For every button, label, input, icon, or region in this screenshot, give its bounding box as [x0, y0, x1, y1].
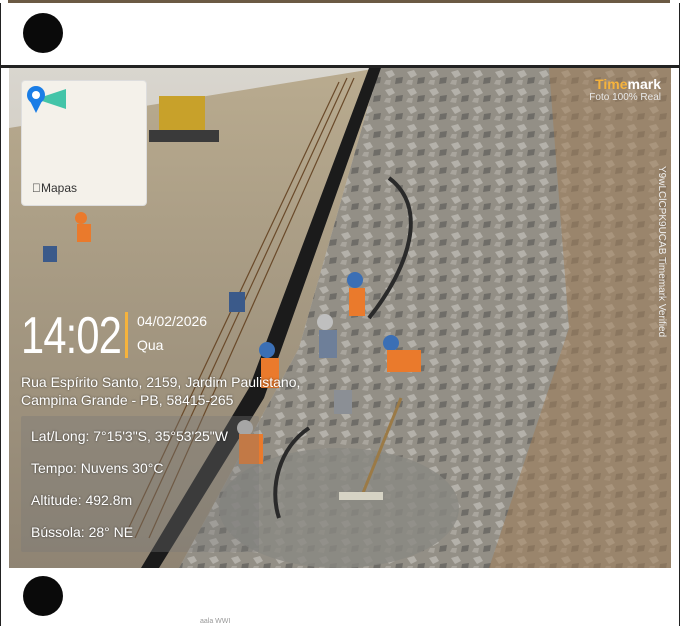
- avatar[interactable]: [23, 13, 63, 53]
- address: Rua Espírito Santo, 2159, Jardim Paulist…: [21, 373, 300, 409]
- post-card-bottom: [0, 568, 680, 626]
- post-card-top: [0, 3, 680, 66]
- post-card-photo: Mapas Timemark Foto 100% Real Y9wLClCPK…: [0, 68, 680, 568]
- date: 04/02/2026: [137, 313, 208, 329]
- avatar[interactable]: [23, 576, 63, 616]
- lat-long: Lat/Long: 7°15'3"S, 35°53'25"W: [31, 428, 228, 444]
- brand-subtitle: Foto 100% Real: [589, 92, 661, 103]
- location-pin-icon: [27, 86, 66, 113]
- timemark-brand: Timemark Foto 100% Real: [589, 76, 661, 103]
- faint-text: aala WWI: [200, 618, 231, 625]
- brand-name: Timemark: [595, 76, 661, 92]
- day-of-week: Qua: [137, 337, 164, 353]
- time: 14:02: [21, 307, 122, 365]
- maps-label: Mapas: [32, 181, 77, 195]
- apple-logo-icon: : [32, 181, 41, 195]
- map-thumbnail[interactable]: Mapas: [21, 80, 147, 206]
- timestamp: 14:02 04/02/2026 Qua: [21, 307, 207, 365]
- post-photo[interactable]: Mapas Timemark Foto 100% Real Y9wLClCPK…: [9, 68, 671, 568]
- altitude: Altitude: 492.8m: [31, 492, 133, 508]
- address-line-1: Rua Espírito Santo, 2159, Jardim Paulist…: [21, 374, 301, 390]
- address-line-2: Campina Grande - PB, 58415-265: [21, 392, 234, 408]
- verification-label: Y9wLClCPK9UCAB Timemark Verified: [656, 166, 667, 338]
- weather: Tempo: Nuvens 30°C: [31, 460, 164, 476]
- accent-divider: [125, 312, 128, 358]
- metadata-panel: Lat/Long: 7°15'3"S, 35°53'25"W Tempo: Nu…: [21, 416, 259, 552]
- compass: Bússola: 28° NE: [31, 524, 134, 540]
- feed: Mapas Timemark Foto 100% Real Y9wLClCPK…: [0, 0, 680, 626]
